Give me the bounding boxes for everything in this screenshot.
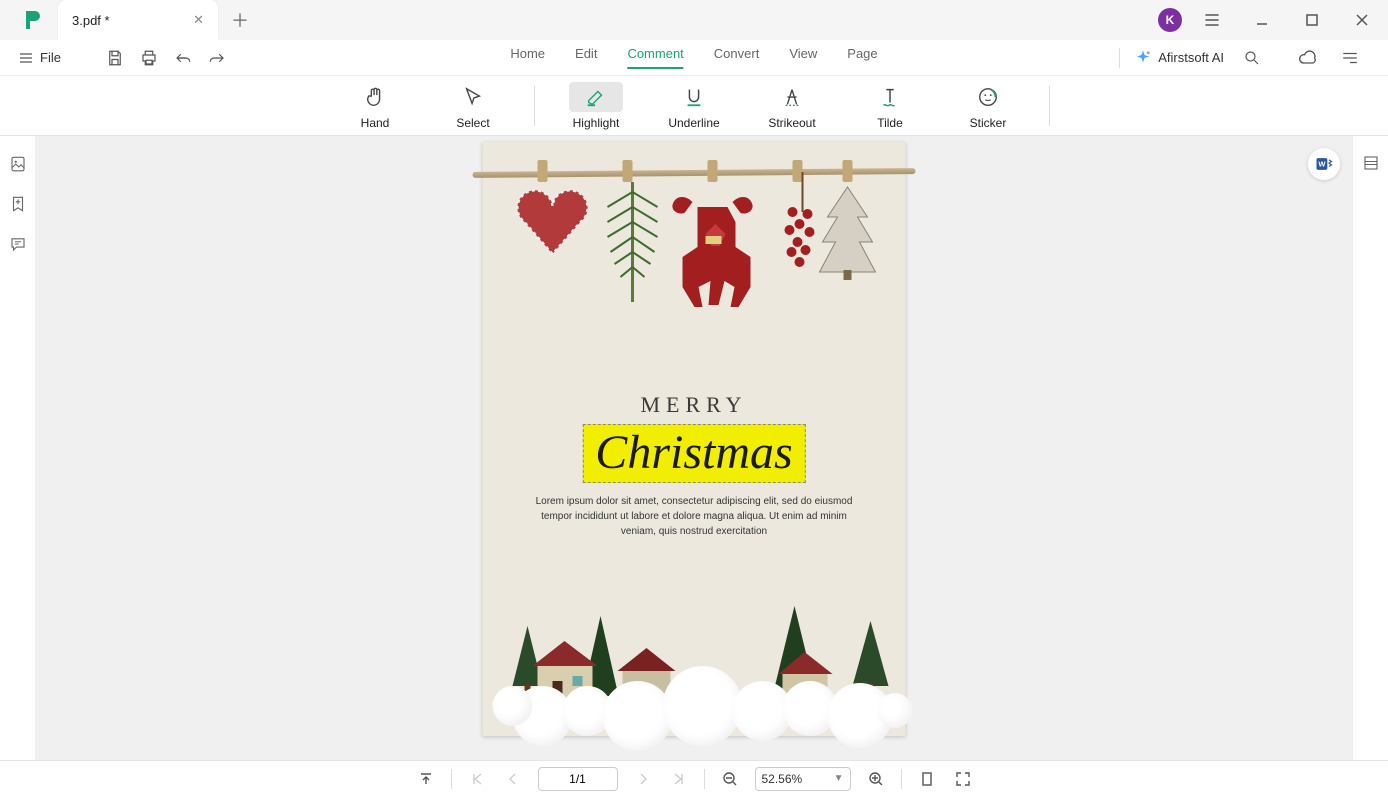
print-button[interactable] <box>135 44 163 72</box>
strikeout-icon <box>779 84 805 110</box>
hamburger-icon <box>18 50 34 66</box>
sticker-tool[interactable]: Sticker <box>951 78 1025 134</box>
hamburger-menu-icon[interactable] <box>1192 4 1232 36</box>
heart-ornament <box>513 182 593 262</box>
sticker-label: Sticker <box>970 116 1007 130</box>
tab-page[interactable]: Page <box>847 46 877 69</box>
highlight-label: Highlight <box>573 116 620 130</box>
ai-label: Afirstsoft AI <box>1158 50 1224 65</box>
strikeout-tool[interactable]: Strikeout <box>755 78 829 134</box>
tab-home[interactable]: Home <box>510 46 545 69</box>
tab-view[interactable]: View <box>789 46 817 69</box>
underline-tool[interactable]: Underline <box>657 78 731 134</box>
zoom-in-button[interactable] <box>865 768 887 790</box>
comment-toolbar: Hand Select Highlight Underline Strikeou… <box>0 76 1388 136</box>
document-tab[interactable]: 3.pdf * ✕ <box>58 0 218 40</box>
christmas-text: Christmas <box>595 427 792 480</box>
moose-ornament <box>658 182 768 352</box>
file-menu-label: File <box>40 50 61 65</box>
close-window-button[interactable] <box>1342 4 1382 36</box>
document-page: MERRY Christmas Lorem ipsum dolor sit am… <box>483 142 906 736</box>
fit-page-button[interactable] <box>916 768 938 790</box>
prev-page-button[interactable] <box>502 768 524 790</box>
bottom-scene <box>483 566 906 736</box>
titlebar: 3.pdf * ✕ ＋ K <box>0 0 1388 40</box>
properties-panel-button[interactable] <box>1362 154 1380 175</box>
select-label: Select <box>456 116 489 130</box>
collapse-ribbon-button[interactable] <box>1336 44 1364 72</box>
fullscreen-button[interactable] <box>952 768 974 790</box>
right-rail <box>1352 136 1388 760</box>
statusbar: 52.56% ▼ <box>0 760 1388 796</box>
highlight-tool[interactable]: Highlight <box>559 78 633 134</box>
file-menu-button[interactable]: File <box>10 46 69 70</box>
hand-tool[interactable]: Hand <box>338 78 412 134</box>
document-canvas[interactable]: MERRY Christmas Lorem ipsum dolor sit am… <box>36 136 1352 760</box>
thumbnails-panel-button[interactable] <box>8 154 28 174</box>
merry-text: MERRY <box>483 392 906 418</box>
comments-panel-button[interactable] <box>8 234 28 254</box>
word-icon: W <box>1314 154 1334 174</box>
toolbar-divider <box>534 86 535 126</box>
close-tab-icon[interactable]: ✕ <box>193 12 204 28</box>
undo-button[interactable] <box>169 44 197 72</box>
bookmarks-panel-button[interactable] <box>8 194 28 214</box>
ai-button[interactable]: Afirstsoft AI <box>1134 49 1224 67</box>
pine-branch <box>603 182 663 302</box>
tree-ornament <box>818 182 878 282</box>
cloud-button[interactable] <box>1294 44 1322 72</box>
cursor-icon <box>460 84 486 110</box>
page-input[interactable] <box>538 767 618 791</box>
search-button[interactable] <box>1238 44 1266 72</box>
strikeout-label: Strikeout <box>768 116 815 130</box>
document-tab-title: 3.pdf * <box>72 13 110 28</box>
select-tool[interactable]: Select <box>436 78 510 134</box>
underline-label: Underline <box>668 116 719 130</box>
underline-icon <box>681 84 707 110</box>
tilde-tool[interactable]: Tilde <box>853 78 927 134</box>
lorem-text: Lorem ipsum dolor sit amet, consectetur … <box>533 494 856 539</box>
chevron-down-icon: ▼ <box>834 773 844 784</box>
maximize-button[interactable] <box>1292 4 1332 36</box>
toolbar-divider <box>1049 86 1050 126</box>
zoom-out-button[interactable] <box>719 768 741 790</box>
svg-text:W: W <box>1318 160 1326 169</box>
main-area: MERRY Christmas Lorem ipsum dolor sit am… <box>0 136 1388 760</box>
tilde-icon <box>877 84 903 110</box>
highlighter-icon <box>583 84 609 110</box>
export-word-button[interactable]: W <box>1308 148 1340 180</box>
christmas-highlight[interactable]: Christmas <box>582 424 805 483</box>
minimize-button[interactable] <box>1242 4 1282 36</box>
new-tab-button[interactable]: ＋ <box>226 6 254 34</box>
zoom-value: 52.56% <box>762 772 803 786</box>
sticker-icon <box>975 84 1001 110</box>
tab-comment[interactable]: Comment <box>627 46 683 69</box>
zoom-select[interactable]: 52.56% ▼ <box>755 767 851 791</box>
scroll-top-button[interactable] <box>415 768 437 790</box>
user-avatar[interactable]: K <box>1158 8 1182 32</box>
last-page-button[interactable] <box>668 768 690 790</box>
app-logo <box>18 5 48 35</box>
menubar: File Home Edit Comment Convert View Page <box>0 40 1388 76</box>
left-rail <box>0 136 36 760</box>
hand-label: Hand <box>361 116 390 130</box>
save-button[interactable] <box>101 44 129 72</box>
hand-icon <box>362 84 388 110</box>
tab-convert[interactable]: Convert <box>714 46 760 69</box>
tab-edit[interactable]: Edit <box>575 46 597 69</box>
tilde-label: Tilde <box>877 116 903 130</box>
sparkle-icon <box>1134 49 1152 67</box>
first-page-button[interactable] <box>466 768 488 790</box>
next-page-button[interactable] <box>632 768 654 790</box>
redo-button[interactable] <box>203 44 231 72</box>
hanging-decorations <box>483 142 906 362</box>
